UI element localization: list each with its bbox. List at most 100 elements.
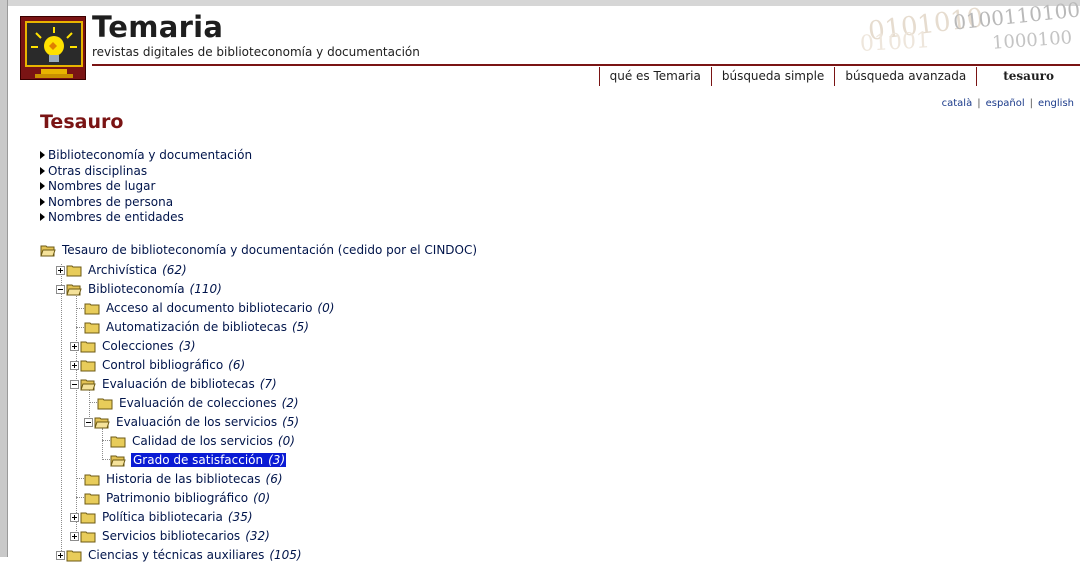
category-label: Nombres de persona	[48, 194, 174, 209]
collapse-icon[interactable]	[70, 379, 79, 389]
tree-node[interactable]: Patrimonio bibliográfico (0)	[84, 489, 270, 507]
header-divider	[92, 64, 1080, 66]
tree-node-label: Control bibliográfico	[102, 358, 224, 372]
triangle-right-icon	[40, 182, 45, 191]
tree-node-label: Calidad de los servicios	[132, 434, 273, 448]
folder-icon	[110, 436, 126, 447]
tree-node-label: Evaluación de colecciones	[119, 396, 277, 410]
category-item[interactable]: Biblioteconomía y documentación	[40, 148, 252, 164]
tree-node[interactable]: Servicios bibliotecarios (32)	[70, 527, 270, 545]
lang-espanol[interactable]: español	[986, 98, 1025, 109]
site-title: Temaria	[92, 10, 224, 44]
lang-english[interactable]: english	[1038, 98, 1074, 109]
folder-icon	[80, 512, 96, 523]
expand-icon[interactable]	[56, 265, 65, 275]
folder-icon	[80, 341, 96, 352]
tree-node-label: Evaluación de los servicios	[116, 415, 278, 429]
category-item[interactable]: Nombres de lugar	[40, 179, 252, 195]
tree-node[interactable]: Automatización de bibliotecas (5)	[84, 318, 309, 336]
lightbulb-monitor-logo[interactable]	[20, 16, 86, 80]
tree-node-count: (5)	[282, 415, 300, 429]
category-label: Nombres de entidades	[48, 210, 184, 225]
folder-icon	[66, 265, 82, 276]
tree-node-selected[interactable]: Grado de satisfacción (3)	[110, 451, 287, 469]
triangle-right-icon	[40, 166, 45, 175]
folder-icon	[84, 474, 100, 485]
tree-node-label: Historia de las bibliotecas	[106, 472, 261, 486]
tree-connector	[89, 402, 97, 403]
binary-line: 0100110100	[951, 0, 1080, 35]
tree-node[interactable]: Calidad de los servicios (0)	[110, 432, 295, 450]
tree-node-label: Servicios bibliotecarios	[102, 529, 241, 543]
category-item[interactable]: Nombres de entidades	[40, 210, 252, 226]
category-item[interactable]: Nombres de persona	[40, 195, 252, 211]
tree-node-label: Acceso al documento bibliotecario	[106, 301, 313, 315]
tree-connector	[76, 497, 84, 498]
window-left-border	[0, 0, 8, 557]
tree-node[interactable]: Colecciones (3)	[70, 337, 196, 355]
main-nav: qué es Temaria búsqueda simple búsqueda …	[598, 67, 1080, 86]
nav-busqueda-simple[interactable]: búsqueda simple	[710, 67, 834, 86]
tree-node-count: (0)	[253, 491, 271, 505]
tree-node-count: (0)	[317, 301, 335, 315]
folder-open-icon	[110, 455, 126, 466]
expand-icon[interactable]	[70, 341, 79, 351]
lang-catala[interactable]: català	[942, 98, 973, 109]
tree-connector	[76, 308, 84, 309]
tree-node-count: (32)	[245, 529, 270, 543]
selected-label-wrap: Grado de satisfacción (3)	[131, 453, 287, 467]
tree-node[interactable]: Ciencias y técnicas auxiliares (105)	[56, 546, 302, 564]
page-title: Tesauro	[40, 111, 124, 133]
tree-node-label: Ciencias y técnicas auxiliares	[88, 548, 265, 562]
tree-node[interactable]: Evaluación de colecciones (2)	[97, 394, 299, 412]
nav-busqueda-avanzada[interactable]: búsqueda avanzada	[834, 67, 976, 86]
nav-que-es-temaria[interactable]: qué es Temaria	[598, 67, 711, 86]
tree-node[interactable]: Evaluación de bibliotecas (7)	[70, 375, 277, 393]
folder-icon	[97, 398, 113, 409]
folder-icon	[80, 360, 96, 371]
tree-node-count: (6)	[228, 358, 246, 372]
tree-node[interactable]: Control bibliográfico (6)	[70, 356, 245, 374]
folder-icon	[84, 493, 100, 504]
tree-node-count: (6)	[265, 472, 283, 486]
expand-icon[interactable]	[70, 360, 79, 370]
category-label: Biblioteconomía y documentación	[48, 148, 253, 162]
expand-icon[interactable]	[70, 512, 79, 522]
tree-node[interactable]: Política bibliotecaria (35)	[70, 508, 253, 526]
tree-node-label: Biblioteconomía	[88, 282, 185, 296]
tree-root[interactable]: Tesauro de biblioteconomía y documentaci…	[40, 241, 478, 259]
tree-connector	[76, 478, 84, 479]
tree-node-label: Patrimonio bibliográfico	[106, 491, 249, 505]
tree-connector	[76, 327, 84, 328]
tree-node-count: (3)	[268, 453, 286, 467]
tree-node-label: Colecciones	[102, 339, 174, 353]
folder-icon	[84, 322, 100, 333]
tree-node[interactable]: Archivística (62)	[56, 261, 187, 279]
tree-node-count: (62)	[162, 263, 187, 277]
expand-icon[interactable]	[56, 550, 65, 560]
tree-node-count: (2)	[281, 396, 299, 410]
collapse-icon[interactable]	[56, 284, 65, 294]
tree-node[interactable]: Biblioteconomía (110)	[56, 280, 222, 298]
category-label: Nombres de lugar	[48, 179, 156, 194]
binary-line: 0101010	[866, 3, 986, 47]
nav-tesauro[interactable]: tesauro	[976, 67, 1080, 86]
tree-node-count: (0)	[277, 434, 295, 448]
tree-connector	[76, 294, 77, 539]
lang-separator: |	[1029, 98, 1034, 109]
folder-icon	[80, 531, 96, 542]
lang-separator: |	[977, 98, 981, 109]
binary-line: 01001	[859, 28, 931, 57]
expand-icon[interactable]	[70, 531, 79, 541]
folder-open-icon	[94, 417, 110, 428]
tree-node[interactable]: Historia de las bibliotecas (6)	[84, 470, 283, 488]
tree-node[interactable]: Acceso al documento bibliotecario (0)	[84, 299, 334, 317]
tree-connector	[102, 440, 110, 441]
folder-open-icon	[80, 379, 96, 390]
tree-node[interactable]: Evaluación de los servicios (5)	[84, 413, 299, 431]
collapse-icon[interactable]	[84, 417, 93, 427]
tree-node-label: Grado de satisfacción	[133, 453, 264, 467]
site-header: Temaria revistas digitales de biblioteco…	[8, 0, 1080, 86]
category-item[interactable]: Otras disciplinas	[40, 164, 252, 180]
binary-line: 1000100	[991, 27, 1073, 54]
